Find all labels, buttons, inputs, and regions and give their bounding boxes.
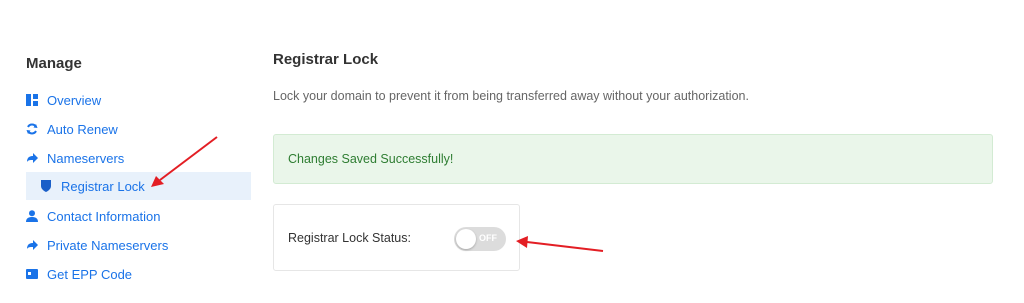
success-alert-text: Changes Saved Successfully! — [288, 152, 454, 166]
toggle-knob — [456, 229, 476, 249]
share-arrow-icon — [26, 239, 38, 251]
sidebar-item-overview[interactable]: Overview — [26, 88, 101, 112]
sidebar-item-get-epp-code[interactable]: Get EPP Code — [26, 262, 132, 286]
sidebar-item-private-nameservers[interactable]: Private Nameservers — [26, 233, 168, 257]
toggle-state-text: OFF — [479, 233, 497, 243]
sidebar-item-label: Get EPP Code — [47, 266, 133, 282]
sidebar-title: Manage — [26, 55, 82, 72]
sidebar: Manage Overview Auto Renew Nameservers R… — [0, 0, 260, 303]
registrar-lock-status-label: Registrar Lock Status: — [288, 230, 411, 245]
main-content: Registrar Lock Lock your domain to preve… — [273, 0, 1024, 303]
sync-icon — [26, 123, 38, 135]
sidebar-item-registrar-lock[interactable]: Registrar Lock — [26, 172, 251, 200]
sidebar-item-auto-renew[interactable]: Auto Renew — [26, 117, 118, 141]
registrar-lock-toggle[interactable]: OFF — [454, 227, 506, 251]
shield-icon — [40, 180, 52, 192]
dashboard-icon — [26, 94, 38, 106]
sidebar-item-label: Private Nameservers — [47, 237, 169, 253]
share-arrow-icon — [26, 152, 38, 164]
sidebar-item-contact-information[interactable]: Contact Information — [26, 204, 160, 228]
page-title: Registrar Lock — [273, 51, 379, 68]
sidebar-item-label: Contact Information — [47, 208, 161, 224]
page-description: Lock your domain to prevent it from bein… — [273, 89, 749, 103]
sidebar-item-label: Nameservers — [47, 150, 125, 166]
registrar-lock-status-card: Registrar Lock Status: OFF — [273, 204, 520, 271]
id-card-icon — [26, 268, 38, 280]
sidebar-item-label: Overview — [47, 92, 102, 108]
sidebar-item-nameservers[interactable]: Nameservers — [26, 146, 124, 170]
sidebar-item-label: Auto Renew — [47, 121, 118, 137]
sidebar-item-label: Registrar Lock — [61, 178, 145, 194]
user-icon — [26, 210, 38, 222]
success-alert: Changes Saved Successfully! — [273, 134, 993, 184]
